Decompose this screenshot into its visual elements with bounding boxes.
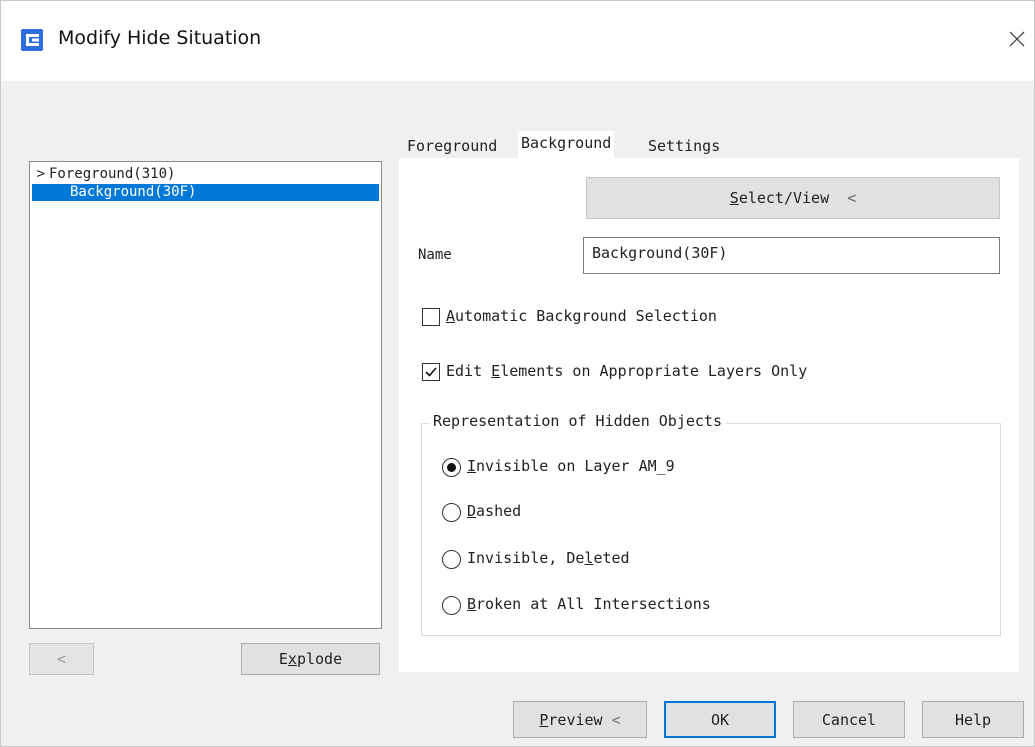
preview-button[interactable]: Preview < bbox=[513, 701, 647, 738]
select-view-button[interactable]: Select/View < bbox=[586, 177, 1000, 219]
tree-item-background[interactable]: Background(30F) bbox=[32, 184, 379, 201]
ok-button[interactable]: OK bbox=[664, 701, 776, 738]
cancel-button[interactable]: Cancel bbox=[793, 701, 905, 738]
title-bar: Modify Hide Situation bbox=[1, 1, 1034, 81]
modify-hide-situation-dialog: Modify Hide Situation > Foreground(310) B… bbox=[0, 0, 1035, 747]
radio-broken-intersections[interactable] bbox=[442, 596, 461, 615]
name-field[interactable]: Background(30F) bbox=[583, 237, 1000, 274]
tree-item-label: Foreground(310) bbox=[49, 166, 176, 182]
edit-layers-checkbox[interactable] bbox=[422, 363, 440, 381]
explode-button[interactable]: Ex plode bbox=[241, 643, 380, 675]
radio-dashed[interactable] bbox=[442, 503, 461, 522]
tab-foreground[interactable]: Foreground bbox=[404, 134, 500, 158]
tree-item-foreground[interactable]: > Foreground(310) bbox=[32, 166, 176, 183]
tab-background[interactable]: Background bbox=[518, 131, 615, 158]
representation-group-title: Representation of Hidden Objects bbox=[429, 412, 726, 430]
checkmark-icon bbox=[425, 367, 437, 377]
radio-invisible-layer[interactable] bbox=[442, 458, 461, 477]
tree-item-label: Background(30F) bbox=[70, 184, 197, 200]
chevron-left-icon: < bbox=[847, 189, 857, 207]
radio-invisible-deleted[interactable] bbox=[442, 550, 461, 569]
close-icon bbox=[1009, 31, 1025, 47]
auto-background-label[interactable]: Automatic Background Selection bbox=[446, 307, 717, 325]
radio-dashed-label[interactable]: Dashed bbox=[467, 502, 521, 520]
edit-layers-label[interactable]: Edit Elements on Appropriate Layers Only bbox=[446, 362, 807, 380]
dialog-title: Modify Hide Situation bbox=[58, 27, 262, 49]
close-button[interactable] bbox=[1001, 23, 1033, 55]
gstarcad-logo-icon bbox=[21, 29, 43, 51]
radio-invisible-layer-label[interactable]: Invisible on Layer AM_9 bbox=[467, 457, 675, 475]
name-label: Name bbox=[418, 247, 452, 263]
radio-invisible-deleted-label[interactable]: Invisible, Deleted bbox=[467, 549, 630, 567]
help-button[interactable]: Help bbox=[922, 701, 1024, 738]
back-button[interactable]: < bbox=[29, 643, 94, 675]
tab-settings[interactable]: Settings bbox=[645, 134, 723, 158]
radio-broken-intersections-label[interactable]: Broken at All Intersections bbox=[467, 595, 711, 613]
situation-tree[interactable]: > Foreground(310) Background(30F) bbox=[29, 161, 382, 629]
expand-arrow-icon[interactable]: > bbox=[32, 166, 45, 183]
auto-background-checkbox[interactable] bbox=[422, 308, 440, 326]
